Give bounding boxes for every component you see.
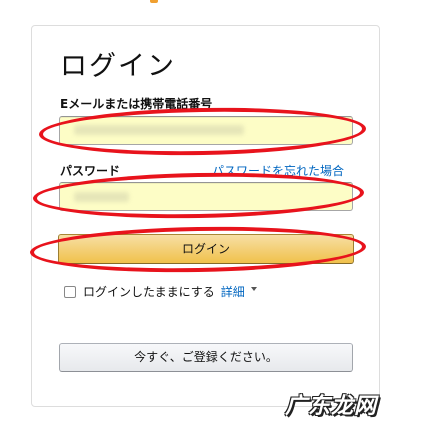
- register-button[interactable]: 今すぐ、ご登録ください。: [59, 343, 353, 372]
- password-label: パスワード: [60, 164, 121, 178]
- caret-down-icon[interactable]: [250, 286, 257, 291]
- details-link[interactable]: 詳細: [221, 283, 245, 300]
- blurred-password-text: [74, 192, 129, 202]
- forgot-password-link[interactable]: パスワードを忘れた場合: [212, 162, 344, 179]
- remember-me-label[interactable]: ログインしたままにする: [83, 283, 215, 300]
- email-label: Eメールまたは携帯電話番号: [60, 97, 213, 111]
- page: ログイン Eメールまたは携帯電話番号 パスワード パスワードを忘れた場合 ログイ…: [0, 0, 421, 428]
- login-button[interactable]: ログイン: [58, 234, 354, 264]
- watermark: 广东龙网: [285, 393, 378, 419]
- blurred-email-text: [74, 125, 244, 135]
- remember-me-checkbox[interactable]: [64, 285, 76, 298]
- remember-me-row: ログインしたままにする 詳細: [64, 283, 257, 300]
- page-title: ログイン: [60, 51, 176, 82]
- top-accent-mark: [150, 0, 158, 3]
